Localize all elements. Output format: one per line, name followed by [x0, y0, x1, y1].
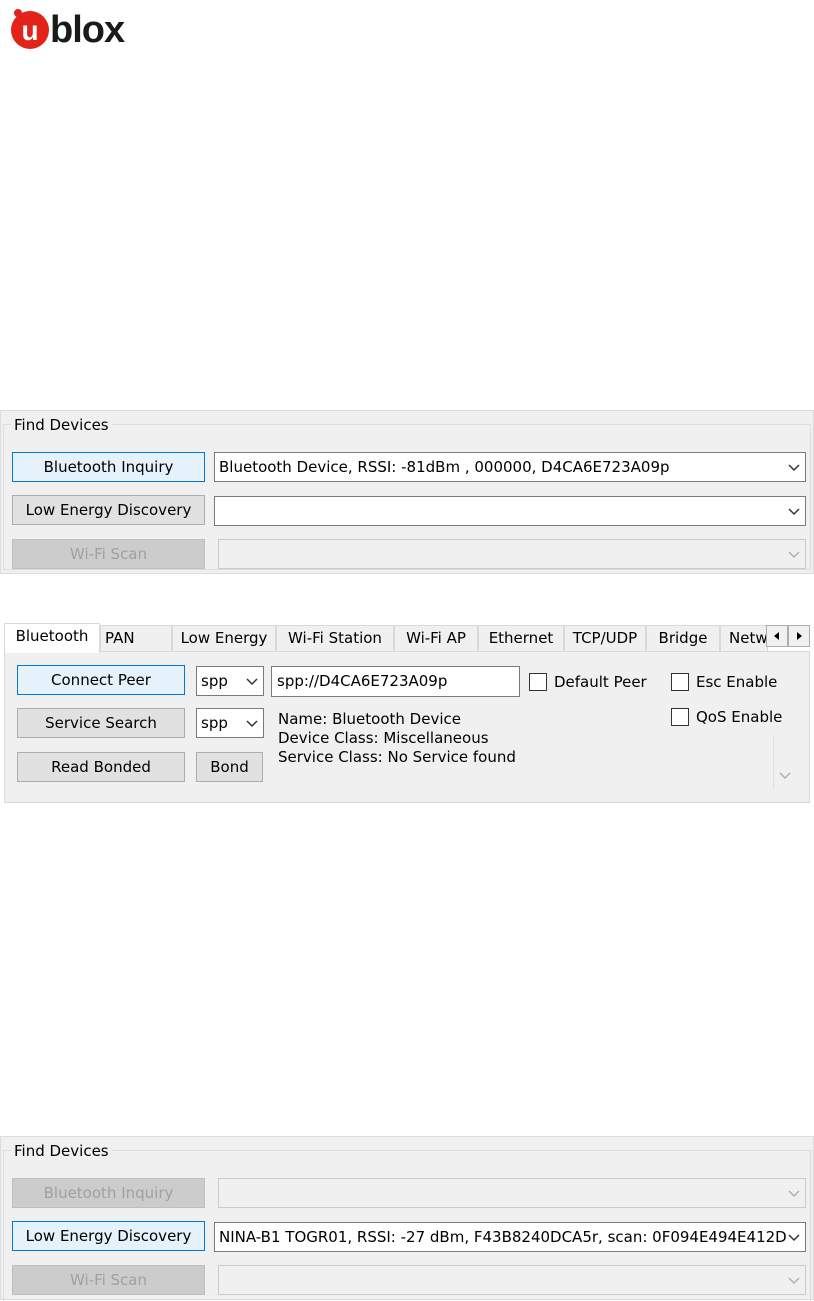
caret-left-icon — [774, 632, 779, 640]
esc-enable-label: Esc Enable — [696, 673, 778, 691]
svg-text:u: u — [21, 15, 38, 46]
chevron-down-icon — [245, 710, 259, 736]
chevron-down-icon — [787, 1180, 801, 1206]
combo-value: NINA-B1 TOGR01, RSSI: -27 dBm, F43B8240D… — [219, 1228, 787, 1246]
service-profile-select[interactable]: spp — [196, 708, 264, 738]
wifi-scan-button[interactable]: Wi-Fi Scan — [12, 1265, 205, 1295]
group-title: Find Devices — [11, 416, 112, 434]
find-devices-panel-top: Find Devices Bluetooth Inquiry Bluetooth… — [0, 410, 814, 574]
find-devices-panel-bottom: Find Devices Bluetooth Inquiry Low Energ… — [0, 1136, 814, 1301]
esc-enable-checkbox[interactable] — [671, 673, 689, 691]
service-search-button[interactable]: Service Search — [17, 708, 185, 738]
bluetooth-tab-page: Connect Peer spp spp://D4CA6E723A09p Def… — [4, 651, 810, 803]
tab-low-energy[interactable]: Low Energy — [172, 625, 276, 651]
vertical-scrollbar-track[interactable] — [773, 735, 774, 789]
bluetooth-device-combo[interactable] — [218, 1178, 806, 1208]
chevron-down-icon — [787, 541, 801, 567]
connect-profile-select[interactable]: spp — [196, 666, 264, 696]
qos-enable-checkbox[interactable] — [671, 708, 689, 726]
read-bonded-button[interactable]: Read Bonded — [17, 752, 185, 782]
low-energy-device-combo[interactable]: NINA-B1 TOGR01, RSSI: -27 dBm, F43B8240D… — [214, 1222, 806, 1252]
select-value: spp — [201, 714, 228, 732]
device-class-info: Device Class: Miscellaneous — [278, 729, 489, 747]
bluetooth-inquiry-button[interactable]: Bluetooth Inquiry — [12, 452, 205, 482]
wifi-network-combo[interactable] — [218, 1265, 806, 1295]
caret-right-icon — [797, 632, 802, 640]
connection-tabs: Bluetooth PAN Low Energy Wi-Fi Station W… — [4, 623, 810, 653]
bluetooth-inquiry-button[interactable]: Bluetooth Inquiry — [12, 1178, 205, 1208]
chevron-down-icon — [787, 1267, 801, 1293]
tab-bridge[interactable]: Bridge — [646, 625, 720, 651]
low-energy-device-combo[interactable] — [214, 496, 806, 526]
tab-scroll-right-button[interactable] — [788, 625, 810, 647]
tab-wifi-ap[interactable]: Wi-Fi AP — [394, 625, 478, 651]
combo-value: Bluetooth Device, RSSI: -81dBm , 000000,… — [219, 458, 670, 476]
qos-enable-label: QoS Enable — [696, 708, 783, 726]
tab-scroll-left-button[interactable] — [766, 625, 788, 647]
chevron-down-icon — [778, 768, 792, 782]
default-peer-label: Default Peer — [554, 673, 647, 691]
low-energy-discovery-button[interactable]: Low Energy Discovery — [12, 1221, 205, 1251]
tab-wifi-station[interactable]: Wi-Fi Station — [276, 625, 394, 651]
peer-url-input[interactable]: spp://D4CA6E723A09p — [271, 666, 520, 697]
chevron-down-icon — [787, 498, 801, 524]
tab-pan[interactable]: PAN — [100, 625, 172, 651]
wifi-network-combo[interactable] — [218, 539, 806, 569]
low-energy-discovery-button[interactable]: Low Energy Discovery — [12, 495, 205, 525]
service-class-info: Service Class: No Service found — [278, 748, 516, 766]
tab-tcp-udp[interactable]: TCP/UDP — [564, 625, 646, 651]
group-title: Find Devices — [11, 1142, 112, 1160]
chevron-down-icon — [787, 454, 801, 480]
ublox-logo: u blox — [8, 6, 158, 56]
ublox-logo-mark: u — [11, 9, 49, 49]
wifi-scan-button[interactable]: Wi-Fi Scan — [12, 539, 205, 569]
chevron-down-icon — [787, 1224, 801, 1250]
tab-ethernet[interactable]: Ethernet — [478, 625, 564, 651]
tab-bluetooth[interactable]: Bluetooth — [4, 623, 100, 653]
chevron-down-icon — [245, 668, 259, 694]
device-name-info: Name: Bluetooth Device — [278, 710, 461, 728]
connect-peer-button[interactable]: Connect Peer — [17, 665, 185, 695]
bond-button[interactable]: Bond — [196, 752, 263, 782]
default-peer-checkbox[interactable] — [529, 673, 547, 691]
bluetooth-device-combo[interactable]: Bluetooth Device, RSSI: -81dBm , 000000,… — [214, 452, 806, 482]
select-value: spp — [201, 672, 228, 690]
tab-network[interactable]: Netw — [720, 625, 768, 651]
